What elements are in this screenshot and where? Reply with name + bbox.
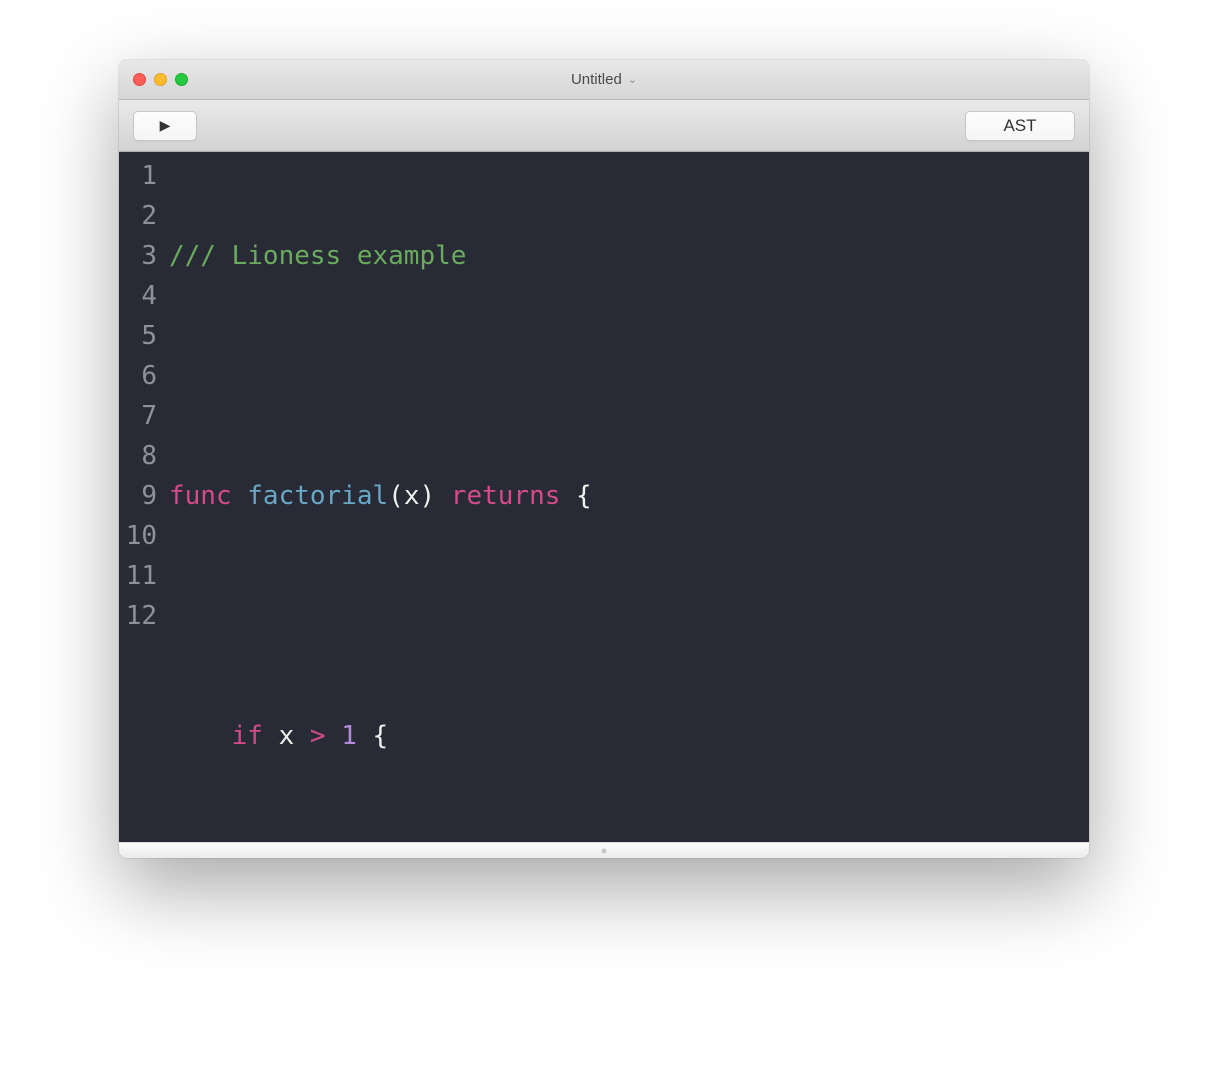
line-number: 7 (125, 396, 157, 436)
line-number: 2 (125, 196, 157, 236)
line-number: 1 (125, 156, 157, 196)
code-editor[interactable]: /// Lioness example func factorial(x) re… (165, 152, 1089, 842)
keyword-token: func (169, 481, 232, 511)
window-title: Untitled (571, 71, 622, 88)
traffic-lights (119, 73, 188, 86)
code-line: func factorial(x) returns { (169, 476, 1079, 516)
line-number: 8 (125, 436, 157, 476)
editor-window: Untitled ⌄ ▶ AST 123456789101112 /// Lio… (119, 60, 1089, 858)
keyword-token: if (232, 721, 263, 751)
window-title-wrap[interactable]: Untitled ⌄ (119, 71, 1089, 88)
code-line: if x > 1 { (169, 716, 1079, 756)
number-token: 1 (341, 721, 357, 751)
line-number: 4 (125, 276, 157, 316)
titlebar[interactable]: Untitled ⌄ (119, 60, 1089, 100)
operator-token: > (310, 721, 326, 751)
bottom-scrollbar[interactable] (119, 842, 1089, 858)
ast-button[interactable]: AST (965, 111, 1075, 141)
toolbar: ▶ AST (119, 100, 1089, 152)
line-number: 6 (125, 356, 157, 396)
identifier-token: factorial (247, 481, 388, 511)
code-line: /// Lioness example (169, 236, 1079, 276)
line-number: 11 (125, 556, 157, 596)
line-number: 3 (125, 236, 157, 276)
keyword-token: returns (451, 481, 561, 511)
punct-token: ( (388, 481, 404, 511)
play-icon: ▶ (160, 117, 171, 134)
line-number: 10 (125, 516, 157, 556)
var-token: x (279, 721, 295, 751)
punct-token: ) (419, 481, 435, 511)
brace-token: { (576, 481, 592, 511)
ast-button-label: AST (1003, 116, 1036, 136)
gutter: 123456789101112 (119, 152, 165, 842)
code-line (169, 596, 1079, 636)
comment-token: /// Lioness example (169, 241, 466, 271)
line-number: 12 (125, 596, 157, 636)
minimize-icon[interactable] (154, 73, 167, 86)
code-line (169, 356, 1079, 396)
fullscreen-icon[interactable] (175, 73, 188, 86)
line-number: 5 (125, 316, 157, 356)
line-number: 9 (125, 476, 157, 516)
close-icon[interactable] (133, 73, 146, 86)
run-button[interactable]: ▶ (133, 111, 197, 141)
chevron-down-icon: ⌄ (628, 73, 637, 86)
brace-token: { (373, 721, 389, 751)
editor-area: 123456789101112 /// Lioness example func… (119, 152, 1089, 842)
param-token: x (404, 481, 420, 511)
